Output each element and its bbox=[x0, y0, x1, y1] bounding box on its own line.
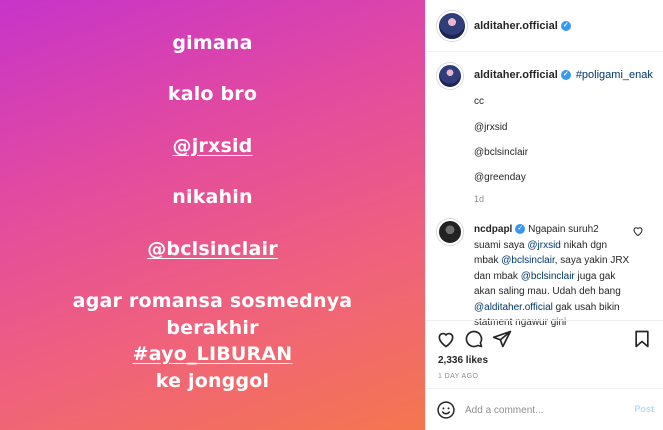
caption-timestamp[interactable]: 1d bbox=[474, 194, 484, 204]
image-text-line: @bclsinclair bbox=[147, 238, 278, 260]
comment-text: akan saling mau. Udah deh bang bbox=[474, 286, 621, 297]
comment-text: dan mbak bbox=[474, 270, 521, 282]
image-text-line: kalo bro bbox=[167, 83, 258, 105]
post-header: alditaher.official ✓ bbox=[426, 0, 663, 52]
comment-like-heart-icon[interactable] bbox=[632, 225, 644, 237]
author-username: alditaher.official bbox=[474, 20, 558, 32]
post-timestamp[interactable]: 1 DAY AGO bbox=[438, 373, 478, 380]
comment-text: nikah dgn bbox=[560, 239, 608, 251]
image-text-line: agar romansa sosmednya bbox=[72, 290, 353, 312]
share-paper-plane-icon[interactable] bbox=[492, 329, 512, 349]
image-text-line: gimana bbox=[172, 32, 253, 54]
comment-bubble-icon[interactable] bbox=[464, 329, 484, 349]
image-text-line: #ayo_LIBURAN bbox=[132, 343, 293, 365]
comment-line: @alditaher.official gak usah bikin bbox=[474, 300, 642, 316]
post-image[interactable]: gimana kalo bro @jrxsid nikahin @bclsinc… bbox=[0, 0, 425, 430]
comment-input[interactable] bbox=[465, 401, 615, 419]
comment-line: suami saya @jrxsid nikah dgn bbox=[474, 238, 642, 254]
image-text-line: ke jonggol bbox=[155, 370, 270, 392]
caption-hashtag[interactable]: #poligami_enak bbox=[576, 69, 653, 81]
avatar[interactable] bbox=[437, 219, 463, 245]
comment-text: gak usah bikin bbox=[552, 301, 620, 313]
comment-text: juga gak bbox=[574, 270, 616, 282]
comment-text: , saya yakin JRX bbox=[554, 255, 630, 266]
image-text-line: berakhir bbox=[166, 317, 259, 339]
author-link[interactable]: alditaher.official ✓ bbox=[474, 20, 571, 32]
comment-text: mbak bbox=[474, 255, 502, 266]
verified-badge-icon: ✓ bbox=[515, 224, 526, 235]
comment-mention[interactable]: @alditaher.official bbox=[474, 302, 553, 313]
caption-mention[interactable]: @bclsinclair bbox=[474, 147, 528, 159]
comment-mention[interactable]: @bclsinclair bbox=[501, 255, 555, 266]
comment-text: suami saya bbox=[474, 239, 528, 251]
comment-mention[interactable]: @bclsinclair bbox=[521, 271, 575, 282]
avatar[interactable] bbox=[437, 11, 467, 41]
comment-line: akan saling mau. Udah deh bang bbox=[474, 284, 642, 300]
image-text-line: @jrxsid bbox=[172, 135, 253, 157]
post-sidebar: alditaher.official ✓ alditaher.official ✓ … bbox=[425, 0, 663, 430]
like-heart-icon[interactable] bbox=[436, 329, 456, 349]
caption-mention[interactable]: @greenday bbox=[474, 172, 526, 184]
comment: ncdpapl ✓ Ngapain suruh2 suami saya @jrxs… bbox=[474, 222, 642, 331]
caption-header: alditaher.official ✓ #poligami_enak bbox=[474, 69, 653, 81]
comment-line: mbak @bclsinclair, saya yakin JRX bbox=[474, 253, 642, 269]
comment-text: Ngapain suruh2 bbox=[528, 224, 599, 235]
comment-composer: Post bbox=[426, 388, 663, 430]
comment-line: ncdpapl ✓ Ngapain suruh2 bbox=[474, 222, 642, 238]
comment-mention[interactable]: @jrxsid bbox=[527, 240, 561, 251]
post-comment-button[interactable]: Post bbox=[634, 404, 654, 414]
instagram-post: gimana kalo bro @jrxsid nikahin @bclsinc… bbox=[0, 0, 663, 430]
comment-line: dan mbak @bclsinclair juga gak bbox=[474, 269, 642, 285]
like-count[interactable]: 2,336 likes bbox=[438, 355, 488, 366]
emoji-smiley-icon[interactable] bbox=[436, 400, 456, 420]
avatar[interactable] bbox=[437, 63, 463, 89]
caption-text: cc bbox=[474, 96, 484, 107]
verified-badge-icon: ✓ bbox=[560, 70, 571, 81]
verified-badge-icon: ✓ bbox=[560, 21, 571, 32]
bookmark-icon[interactable] bbox=[632, 329, 652, 349]
comment-username[interactable]: ncdpapl bbox=[474, 224, 512, 235]
caption-username[interactable]: alditaher.official bbox=[474, 69, 558, 81]
image-text-line: nikahin bbox=[172, 186, 253, 208]
caption-mention[interactable]: @jrxsid bbox=[474, 122, 508, 134]
